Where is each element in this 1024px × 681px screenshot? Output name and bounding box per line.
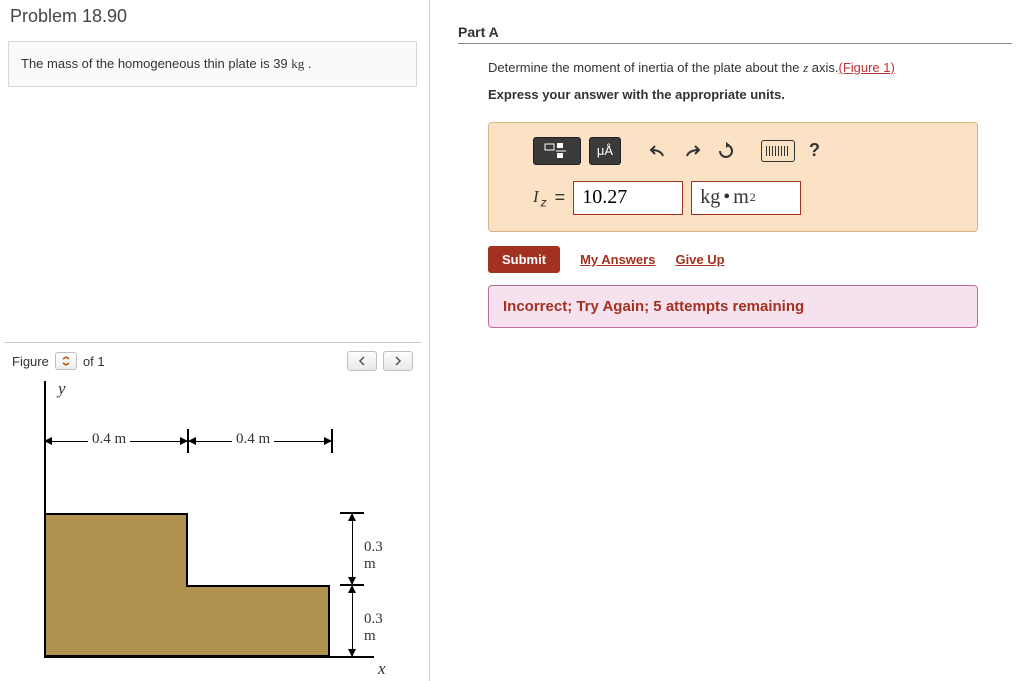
units-button[interactable]: μÅ bbox=[589, 137, 621, 165]
unit-kg: kg bbox=[700, 186, 720, 209]
prompt-instruction: Express your answer with the appropriate… bbox=[488, 85, 1012, 106]
prompt-prefix: Determine the moment of inertia of the p… bbox=[488, 60, 803, 75]
figure-canvas: y 0.4 m 0.4 m bbox=[12, 381, 402, 681]
x-axis-line bbox=[44, 656, 374, 658]
figure-next-button[interactable] bbox=[383, 351, 413, 371]
figure-of-text: of 1 bbox=[83, 354, 105, 369]
answer-toolbar: μÅ ? bbox=[533, 137, 963, 165]
intro-unit: kg bbox=[291, 56, 304, 71]
figure-select[interactable] bbox=[55, 352, 77, 370]
problem-title: Problem 18.90 bbox=[10, 6, 421, 27]
plate-shape-big bbox=[44, 513, 188, 657]
reset-button[interactable] bbox=[713, 138, 739, 164]
var-label: Iz bbox=[533, 186, 547, 210]
keyboard-button[interactable] bbox=[761, 140, 795, 162]
units-button-label: μÅ bbox=[597, 143, 613, 158]
figure-label-text: Figure bbox=[12, 354, 49, 369]
figure-link[interactable]: (Figure 1) bbox=[838, 60, 894, 75]
my-answers-link[interactable]: My Answers bbox=[580, 252, 655, 267]
unit-dot: • bbox=[723, 186, 730, 209]
dim-tick-mid bbox=[187, 429, 189, 453]
give-up-link[interactable]: Give Up bbox=[675, 252, 724, 267]
undo-button[interactable] bbox=[645, 138, 671, 164]
dim-v-bottom-label: 0.3 m bbox=[360, 611, 402, 645]
equation-row: Iz = kg • m2 bbox=[533, 181, 963, 215]
feedback-message: Incorrect; Try Again; 5 attempts remaini… bbox=[488, 285, 978, 328]
problem-intro: The mass of the homogeneous thin plate i… bbox=[8, 41, 417, 87]
dim-h-left-label: 0.4 m bbox=[88, 431, 130, 448]
submit-button[interactable]: Submit bbox=[488, 246, 560, 273]
units-input[interactable]: kg • m2 bbox=[691, 181, 801, 215]
arrow-left-1 bbox=[42, 435, 54, 447]
help-button[interactable]: ? bbox=[803, 140, 826, 161]
var-main: I bbox=[533, 187, 539, 206]
part-heading: Part A bbox=[458, 24, 1012, 44]
unit-m: m bbox=[733, 186, 749, 209]
dim-tick-v-mid bbox=[340, 584, 364, 586]
figure-prev-button[interactable] bbox=[347, 351, 377, 371]
var-sub: z bbox=[541, 195, 547, 209]
answer-block: μÅ ? bbox=[488, 122, 978, 232]
plate-seam-cover bbox=[186, 587, 190, 655]
equals-sign: = bbox=[555, 187, 566, 208]
intro-text-suffix: . bbox=[304, 56, 311, 71]
plate-shape-small bbox=[186, 585, 330, 657]
dim-h-right-label: 0.4 m bbox=[232, 431, 274, 448]
action-row: Submit My Answers Give Up bbox=[488, 246, 1012, 273]
x-axis-label: x bbox=[378, 659, 386, 679]
y-axis-label: y bbox=[58, 379, 66, 399]
prompt-text: Determine the moment of inertia of the p… bbox=[488, 58, 1012, 79]
unit-exp: 2 bbox=[750, 190, 756, 205]
dim-tick-right bbox=[331, 429, 333, 453]
prompt-suffix: axis. bbox=[808, 60, 838, 75]
redo-button[interactable] bbox=[679, 138, 705, 164]
dim-tick-v-top bbox=[340, 512, 364, 514]
dim-v-top-label: 0.3 m bbox=[360, 539, 402, 573]
answer-value-input[interactable] bbox=[573, 181, 683, 215]
format-fraction-button[interactable] bbox=[533, 137, 581, 165]
figure-panel: Figure of 1 y bbox=[4, 342, 421, 681]
figure-nav: Figure of 1 bbox=[12, 351, 413, 371]
intro-text-prefix: The mass of the homogeneous thin plate i… bbox=[21, 56, 291, 71]
